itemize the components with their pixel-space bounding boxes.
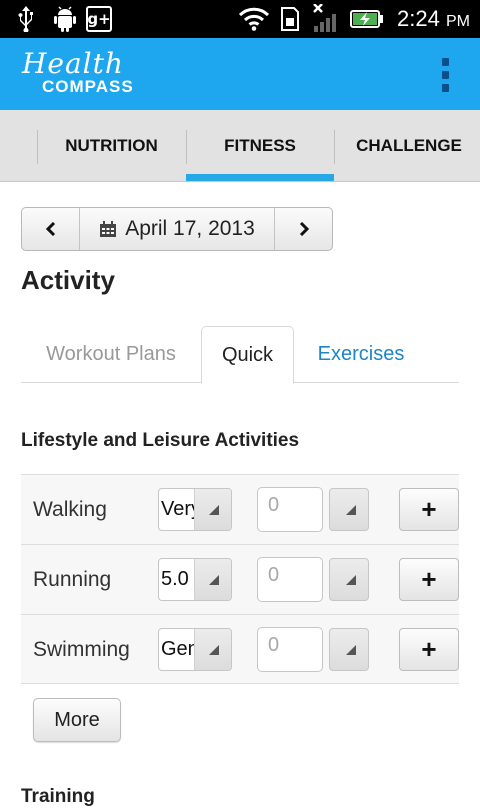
tab-nutrition[interactable]: NUTRITION bbox=[37, 110, 186, 182]
intensity-select[interactable]: Very bbox=[158, 488, 232, 531]
app-bar: Health COMPASS bbox=[0, 38, 480, 110]
overflow-menu-icon[interactable] bbox=[442, 58, 450, 92]
section-title-training: Training bbox=[21, 786, 95, 807]
unit-select[interactable] bbox=[329, 628, 369, 671]
chevron-right-icon bbox=[299, 222, 309, 236]
quantity-input[interactable]: 0 bbox=[257, 487, 323, 532]
intensity-select[interactable]: Gen bbox=[158, 628, 232, 671]
list-item: Walking Very 0 + bbox=[21, 474, 459, 544]
next-day-button[interactable] bbox=[274, 208, 332, 250]
tab-quick[interactable]: Quick bbox=[201, 326, 294, 384]
quantity-input[interactable]: 0 bbox=[257, 557, 323, 602]
unit-select[interactable] bbox=[329, 488, 369, 531]
signal-icon bbox=[310, 4, 340, 32]
intensity-value: Very bbox=[161, 498, 195, 520]
chevron-left-icon bbox=[45, 222, 55, 236]
current-date: April 17, 2013 bbox=[125, 217, 255, 240]
list-item: Swimming Gen 0 + bbox=[21, 614, 459, 684]
sd-card-icon bbox=[278, 6, 302, 32]
dropdown-arrow-icon bbox=[194, 559, 231, 600]
health-compass-logo[interactable]: Health COMPASS bbox=[22, 50, 134, 96]
wifi-icon bbox=[238, 6, 270, 32]
activity-name: Running bbox=[33, 568, 112, 591]
date-display-button[interactable]: April 17, 2013 bbox=[80, 208, 274, 250]
battery-charging-icon bbox=[350, 6, 384, 32]
quantity-input[interactable]: 0 bbox=[257, 627, 323, 672]
calendar-icon bbox=[100, 220, 117, 237]
google-plus-icon: g+ bbox=[86, 6, 112, 32]
activity-tabs: Workout Plans Quick Exercises bbox=[21, 326, 459, 384]
dropdown-arrow-icon bbox=[194, 629, 231, 670]
tab-fitness[interactable]: FITNESS bbox=[186, 110, 334, 182]
more-button[interactable]: More bbox=[33, 698, 121, 742]
intensity-value: 5.0 bbox=[161, 568, 189, 590]
activity-name: Swimming bbox=[33, 638, 130, 661]
intensity-select[interactable]: 5.0 bbox=[158, 558, 232, 601]
tab-workout-plans[interactable]: Workout Plans bbox=[21, 326, 201, 383]
active-tab-indicator bbox=[186, 174, 334, 181]
date-picker: April 17, 2013 bbox=[21, 207, 333, 251]
dropdown-arrow-icon bbox=[194, 489, 231, 530]
activity-name: Walking bbox=[33, 498, 107, 521]
page-title: Activity bbox=[21, 265, 115, 295]
list-item: Running 5.0 0 + bbox=[21, 544, 459, 614]
section-title-lifestyle: Lifestyle and Leisure Activities bbox=[21, 430, 300, 451]
tab-exercises[interactable]: Exercises bbox=[301, 326, 421, 383]
main-nav-tabs: NUTRITION FITNESS CHALLENGE bbox=[0, 110, 480, 182]
intensity-value: Gen bbox=[161, 638, 195, 660]
android-debug-icon bbox=[52, 6, 78, 32]
status-bar: g+ 2:24 PM bbox=[0, 0, 480, 38]
add-activity-button[interactable]: + bbox=[399, 628, 459, 671]
add-activity-button[interactable]: + bbox=[399, 558, 459, 601]
unit-select[interactable] bbox=[329, 558, 369, 601]
clock: 2:24 PM bbox=[397, 6, 470, 31]
logo-line1: Health bbox=[22, 47, 124, 80]
activity-list: Walking Very 0 + Running 5.0 0 + Swimmin… bbox=[21, 474, 459, 684]
usb-icon bbox=[14, 6, 38, 32]
tab-challenge[interactable]: CHALLENGE bbox=[334, 110, 480, 182]
add-activity-button[interactable]: + bbox=[399, 488, 459, 531]
previous-day-button[interactable] bbox=[22, 208, 80, 250]
logo-line2: COMPASS bbox=[42, 77, 134, 96]
